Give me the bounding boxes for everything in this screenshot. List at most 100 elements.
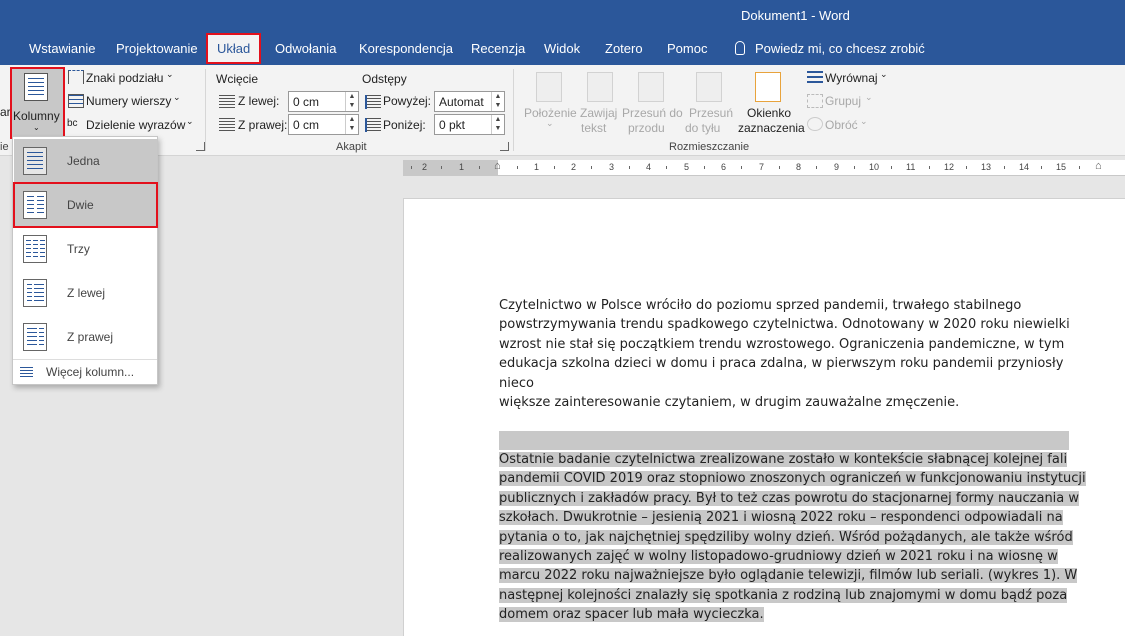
wrap-text-icon	[587, 72, 613, 102]
text-line: domem oraz spacer lub mała wycieczka.	[499, 607, 764, 623]
columns-button[interactable]: Kolumny ⌄	[10, 67, 65, 139]
align-label: Wyrównaj	[825, 71, 878, 85]
page-setup-group-label: ie	[0, 141, 9, 153]
text-line: wzrost nie stał się początkiem trendu wz…	[499, 336, 1065, 352]
chevron-down-icon: ⌄	[173, 92, 181, 102]
columns-option-right[interactable]: Z prawej	[14, 315, 157, 359]
paragraph-group-label: Akapit	[336, 141, 367, 153]
wrap-text-label-1: Zawijaj	[580, 106, 618, 120]
text-line: publicznych i zakładów pracy. Był to też…	[499, 490, 1080, 506]
indent-right-icon	[219, 118, 235, 132]
menu-separator	[13, 359, 157, 360]
option-label: Jedna	[67, 154, 100, 168]
selection-pane-icon	[755, 72, 781, 102]
tell-me-box[interactable]: Powiedz mi, co chcesz zrobić	[735, 41, 925, 56]
spinner-arrows-icon[interactable]: ▲ ▼	[345, 115, 358, 134]
ruler-number: 2	[422, 162, 428, 172]
rotate-label: Obróć	[825, 118, 858, 132]
indent-left-value: 0 cm	[293, 95, 320, 109]
text-line: pytania o to, jak najchętniej spędziliby…	[499, 529, 1073, 545]
text-line: powstrzymywania trendu spadkowego czytel…	[499, 317, 1070, 333]
ruler-number: 8	[796, 162, 802, 172]
columns-dropdown-menu: Jedna Dwie Trzy Z lewej Z prawej Więcej …	[12, 136, 158, 385]
spinner-arrows-icon[interactable]: ▲ ▼	[491, 115, 504, 134]
hyphenation-icon: bc	[67, 118, 78, 129]
text-line: większe zainteresowanie czytaniem, w dru…	[499, 395, 960, 411]
ruler-number: 2	[571, 162, 577, 172]
line-numbers-label: Numery wierszy	[86, 94, 172, 108]
columns-option-one[interactable]: Jedna	[14, 139, 157, 183]
spacing-before-label: Powyżej:	[383, 94, 432, 108]
ribbon-tabs: Wstawianie Projektowanie Układ Odwołania…	[0, 32, 1125, 65]
option-label: Z prawej	[67, 330, 114, 344]
tab-uklad[interactable]: Układ	[205, 33, 262, 64]
one-column-icon	[23, 147, 47, 175]
line-numbers-icon	[68, 94, 84, 108]
spacing-before-input[interactable]: Automat ▲ ▼	[434, 91, 505, 112]
bring-forward-icon	[638, 72, 664, 102]
tab-recenzja[interactable]: Recenzja	[471, 41, 525, 56]
tab-odwolania[interactable]: Odwołania	[275, 41, 336, 56]
columns-option-two[interactable]: Dwie	[13, 182, 158, 228]
send-backward-label-2: do tyłu	[685, 121, 721, 135]
tab-widok[interactable]: Widok	[544, 41, 580, 56]
group-separator	[205, 69, 206, 151]
tab-projektowanie[interactable]: Projektowanie	[116, 41, 198, 56]
horizontal-ruler[interactable]: 2 1 ⌂ 1 2 3 4 5 6 7 8 9 10 11 12 13 14 1…	[403, 160, 1125, 176]
indent-heading: Wcięcie	[216, 72, 259, 86]
columns-option-left[interactable]: Z lewej	[14, 271, 157, 315]
more-columns-item[interactable]: Więcej kolumn...	[46, 365, 134, 379]
ruler-number: 1	[534, 162, 540, 172]
text-line: edukacja szkolna dzieci w domu i praca z…	[499, 356, 1064, 391]
chevron-down-icon: ⌄	[860, 116, 868, 126]
indent-left-icon	[219, 95, 235, 109]
page-setup-launcher-icon[interactable]	[196, 142, 205, 151]
right-column-icon	[23, 323, 47, 351]
ruler-number: 7	[759, 162, 765, 172]
text-line: szkołach. Dwukrotnie – jesienią 2021 i w…	[499, 510, 1063, 526]
indent-right-label: Z prawej:	[238, 118, 288, 132]
ruler-number: 10	[869, 162, 880, 172]
ruler-number: 9	[834, 162, 840, 172]
ruler-number: 11	[906, 162, 916, 172]
text-line: Ostatnie badanie czytelnictwa zrealizowa…	[499, 452, 1068, 467]
tab-pomoc[interactable]: Pomoc	[667, 41, 707, 56]
selection-highlight	[499, 431, 1069, 450]
spinner-arrows-icon[interactable]: ▲ ▼	[345, 92, 358, 111]
columns-icon	[24, 73, 48, 101]
align-icon	[807, 71, 823, 85]
wrap-text-label-2: tekst	[581, 121, 607, 135]
indent-left-input[interactable]: 0 cm ▲ ▼	[288, 91, 359, 112]
indent-right-input[interactable]: 0 cm ▲ ▼	[288, 114, 359, 135]
chevron-down-icon: ⌄	[186, 116, 194, 126]
columns-option-three[interactable]: Trzy	[14, 227, 157, 271]
ruler-number: 13	[981, 162, 992, 172]
group-icon	[807, 94, 823, 108]
indent-marker-icon[interactable]: ⌂	[494, 160, 501, 172]
text-line: następnej kolejności znalazły się spotka…	[499, 587, 1068, 603]
ruler-number: 14	[1019, 162, 1030, 172]
chevron-down-icon: ⌄	[880, 69, 888, 79]
paragraph-2-selected[interactable]: Ostatnie badanie czytelnictwa zrealizowa…	[499, 450, 1099, 625]
paragraph-launcher-icon[interactable]	[500, 142, 509, 151]
right-indent-marker-icon[interactable]: ⌂	[1095, 160, 1102, 172]
ribbon: ar Kolumny ⌄ Znaki podziału ⌄ Numery wie…	[0, 65, 1125, 156]
send-backward-icon	[696, 72, 722, 102]
text-line: Czytelnictwo w Polsce wróciło do poziomu…	[499, 298, 1022, 313]
hyphenation-label: Dzielenie wyrazów	[86, 118, 186, 132]
three-columns-icon	[23, 235, 47, 263]
title-bar: Dokument1 - Word	[0, 0, 1125, 32]
ruler-number: 4	[646, 162, 652, 172]
option-label: Dwie	[67, 198, 94, 212]
rotate-icon	[807, 117, 823, 131]
tab-wstawianie[interactable]: Wstawianie	[29, 41, 95, 56]
spinner-arrows-icon[interactable]: ▲ ▼	[491, 92, 504, 111]
chevron-down-icon: ⌄	[33, 123, 40, 132]
chevron-down-icon: ⌄	[546, 118, 554, 128]
tab-korespondencja[interactable]: Korespondencja	[359, 41, 453, 56]
paragraph-1[interactable]: Czytelnictwo w Polsce wróciło do poziomu…	[499, 296, 1099, 412]
spacing-after-icon	[365, 118, 381, 132]
tab-zotero[interactable]: Zotero	[605, 41, 643, 56]
spacing-after-input[interactable]: 0 pkt ▲ ▼	[434, 114, 505, 135]
indent-right-value: 0 cm	[293, 118, 320, 132]
